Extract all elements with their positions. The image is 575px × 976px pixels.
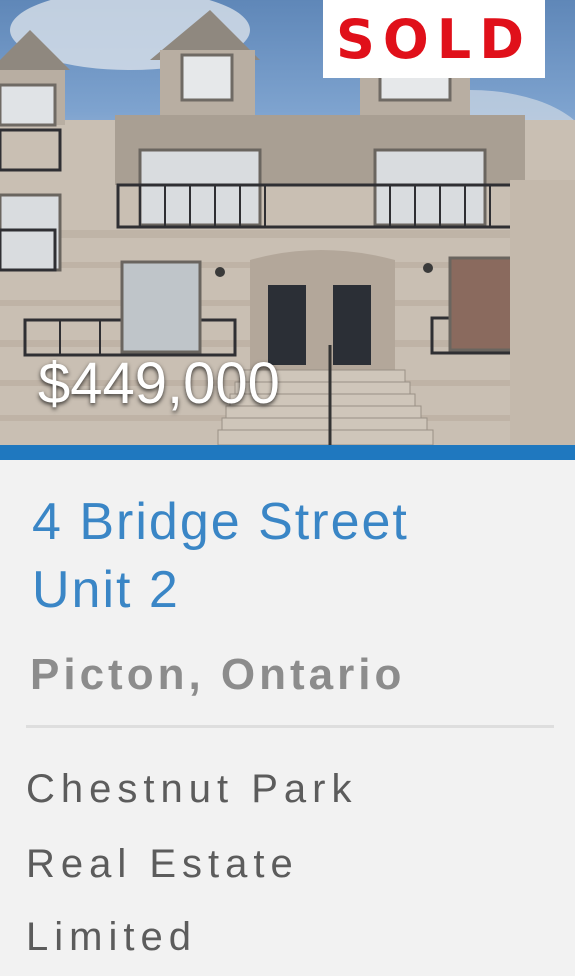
- section-divider: [26, 725, 554, 728]
- listing-card[interactable]: SOLD $449,000 4 Bridge Street Unit 2 Pic…: [0, 0, 575, 976]
- address-line-2[interactable]: Unit 2: [32, 560, 180, 620]
- sold-badge: SOLD: [323, 0, 545, 78]
- city-province: Picton, Ontario: [30, 650, 406, 699]
- accent-divider-bar: [0, 445, 575, 460]
- brokerage-line-3: Limited: [26, 915, 197, 959]
- listing-price: $449,000: [38, 351, 280, 416]
- property-photo[interactable]: SOLD $449,000: [0, 0, 575, 445]
- brokerage-line-2: Real Estate: [26, 842, 299, 886]
- brokerage-line-1: Chestnut Park: [26, 767, 358, 811]
- address-line-1[interactable]: 4 Bridge Street: [32, 492, 409, 552]
